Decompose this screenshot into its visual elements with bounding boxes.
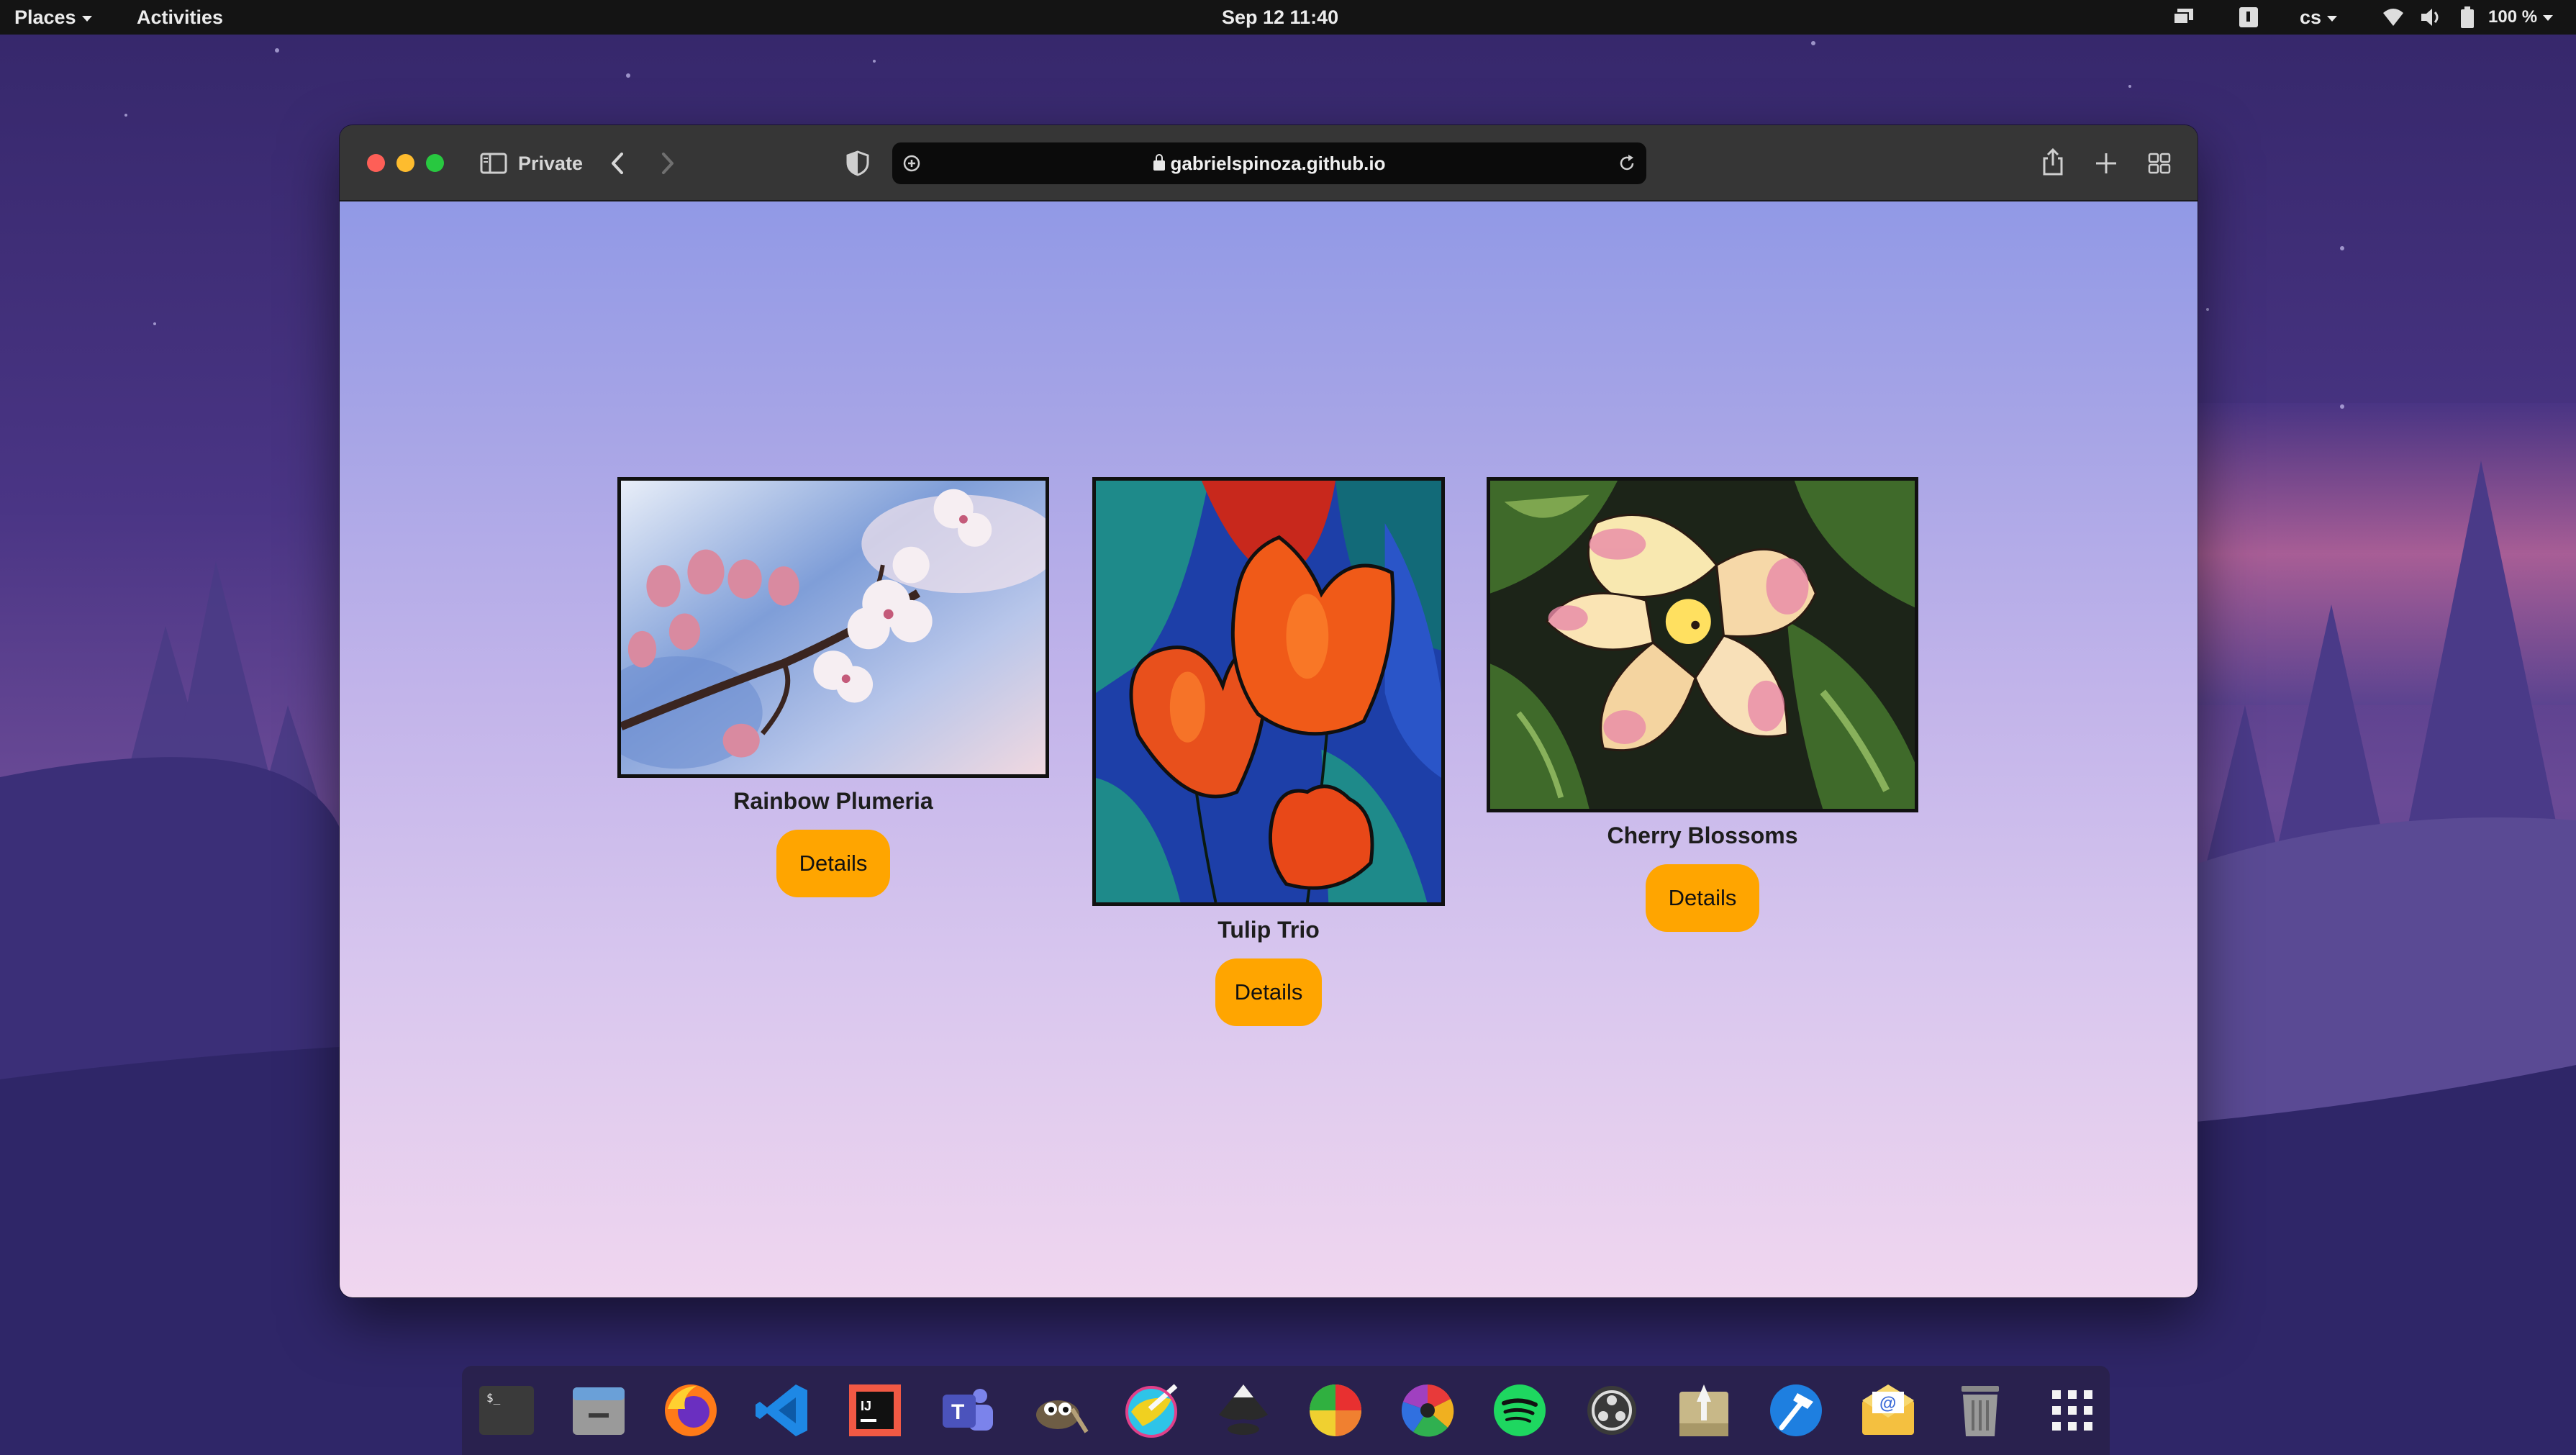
- krita-icon[interactable]: [1121, 1380, 1182, 1441]
- share-icon[interactable]: [2041, 147, 2065, 177]
- address-bar[interactable]: gabrielspinoza.github.io: [892, 142, 1646, 184]
- app-grid-icon[interactable]: [2042, 1380, 2103, 1441]
- url-text: gabrielspinoza.github.io: [1170, 153, 1386, 174]
- private-mode-label: Private: [518, 153, 584, 174]
- wifi-icon[interactable]: [2382, 6, 2405, 29]
- svg-text:@: @: [1879, 1394, 1896, 1413]
- screens-icon[interactable]: [2172, 6, 2196, 29]
- new-tab-icon[interactable]: [2094, 150, 2118, 177]
- chevron-down-icon: [81, 15, 92, 22]
- teams-icon[interactable]: T: [937, 1380, 997, 1441]
- forward-icon[interactable]: [656, 150, 678, 177]
- dock: $_ IJ T @: [462, 1366, 2110, 1455]
- browser-window: Private gabrielspinoza.github.io Rainbow…: [340, 125, 2198, 1297]
- chevron-down-icon: [2543, 14, 2554, 21]
- vscode-icon[interactable]: [753, 1380, 813, 1441]
- places-label: Places: [14, 6, 76, 28]
- lock-icon: [1153, 154, 1165, 171]
- clock[interactable]: Sep 12 11:40: [1222, 0, 1338, 35]
- tulip-painting: [1096, 481, 1441, 902]
- cherry-blossom-painting: [621, 481, 1046, 774]
- activities-button[interactable]: Activities: [137, 0, 223, 35]
- volume-icon[interactable]: [2419, 6, 2442, 29]
- details-button[interactable]: Details: [1646, 864, 1759, 932]
- details-button[interactable]: Details: [776, 830, 890, 897]
- artwork-image[interactable]: [617, 477, 1049, 778]
- firefox-icon[interactable]: [661, 1380, 721, 1441]
- spotify-icon[interactable]: [1489, 1380, 1550, 1441]
- gimp-icon[interactable]: [1029, 1380, 1089, 1441]
- battery-icon[interactable]: [2459, 6, 2475, 29]
- back-icon[interactable]: [607, 150, 629, 177]
- intellij-icon[interactable]: IJ: [845, 1380, 905, 1441]
- gallery-card: Rainbow Plumeria Details: [617, 477, 1049, 909]
- gallery-card: Cherry Blossoms Details: [1487, 477, 1918, 938]
- page-viewport: Rainbow Plumeria Details Tulip Trio Deta…: [340, 201, 2198, 1297]
- sidebar-icon[interactable]: [479, 150, 508, 177]
- xcode-icon[interactable]: [1766, 1380, 1826, 1441]
- reload-icon[interactable]: [1618, 154, 1636, 173]
- tab-overview-icon[interactable]: [2147, 150, 2172, 177]
- artwork-title: Cherry Blossoms: [1607, 822, 1798, 848]
- gallery-card: Tulip Trio Details: [1092, 477, 1445, 1026]
- terminal-icon[interactable]: $_: [476, 1380, 537, 1441]
- zoom-window-button[interactable]: [426, 154, 444, 172]
- gnome-top-bar: Places Activities Sep 12 11:40 cs 100 %: [0, 0, 2576, 35]
- places-menu[interactable]: Places: [14, 0, 92, 35]
- mail-icon[interactable]: @: [1858, 1380, 1918, 1441]
- keyboard-layout-icon[interactable]: cs: [2300, 0, 2338, 35]
- artwork-image[interactable]: [1487, 477, 1918, 812]
- privacy-shield-icon[interactable]: [845, 150, 871, 177]
- obs-icon[interactable]: [1582, 1380, 1642, 1441]
- chevron-down-icon: [2327, 15, 2338, 22]
- minimize-window-button[interactable]: [396, 154, 414, 172]
- close-window-button[interactable]: [367, 154, 385, 172]
- artwork-image[interactable]: [1092, 477, 1445, 906]
- battery-percent[interactable]: 100 %: [2488, 0, 2554, 35]
- details-button[interactable]: Details: [1215, 958, 1322, 1026]
- shotwell-icon[interactable]: [1397, 1380, 1458, 1441]
- artwork-title: Tulip Trio: [1217, 917, 1320, 943]
- trash-icon[interactable]: [1950, 1380, 2010, 1441]
- artwork-title: Rainbow Plumeria: [733, 788, 933, 814]
- svg-text:IJ: IJ: [861, 1399, 871, 1413]
- notification-icon[interactable]: [2238, 6, 2259, 29]
- battery-percent-label: 100 %: [2488, 7, 2538, 27]
- color-picker-icon[interactable]: [1305, 1380, 1366, 1441]
- svg-text:T: T: [951, 1400, 964, 1424]
- keyboard-layout-label: cs: [2300, 6, 2322, 28]
- plumeria-painting: [1490, 481, 1915, 809]
- svg-text:$_: $_: [486, 1391, 501, 1405]
- inkscape-icon[interactable]: [1213, 1380, 1274, 1441]
- browser-toolbar: Private gabrielspinoza.github.io: [340, 125, 2198, 201]
- files-icon[interactable]: [568, 1380, 629, 1441]
- url-display: gabrielspinoza.github.io: [892, 142, 1646, 184]
- app-installer-icon[interactable]: [1674, 1380, 1734, 1441]
